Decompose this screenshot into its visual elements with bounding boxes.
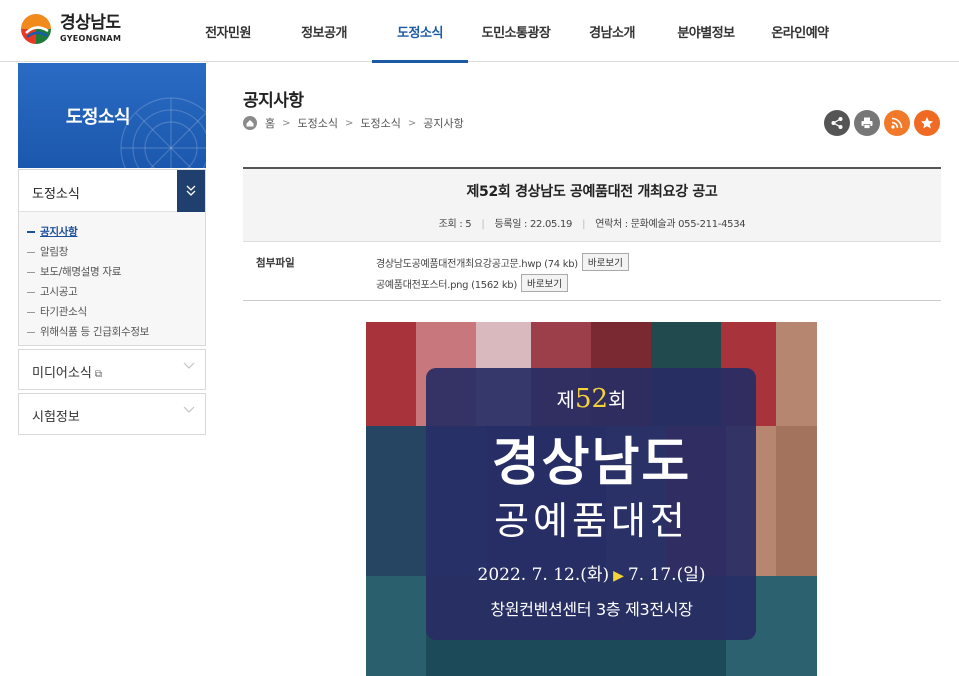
sidebar-menu-news: 도정소식 공지사항 알림창 보도/해명설명 자료 고시공고 타기관소식 위해식품… [18,169,206,346]
view-file-button[interactable]: 바로보기 [520,274,568,292]
logo-text: 경상남도 GYEONGNAM [60,15,121,43]
sidebar-item-label: 고시공고 [40,286,78,298]
attachment-file-link[interactable]: 공예품대전포스터.png (1562 kb) [376,276,517,291]
sidebar-menu-media-label: 미디어소식 ⧉ [32,366,102,381]
attachment-row: 경상남도공예품대전개최요강공고문.hwp (74 kb) 바로보기 [376,253,629,271]
chevron-down-icon [183,362,195,373]
breadcrumb-home[interactable]: 홈 [265,115,275,131]
share-icon[interactable] [824,110,850,136]
page-title: 공지사항 [243,91,304,111]
gnb-item-field-info[interactable]: 분야별정보 [660,0,752,62]
post-views: 조회 : 5 [438,219,472,230]
site-logo[interactable]: 경상남도 GYEONGNAM [18,10,121,48]
utility-buttons [820,110,940,136]
chevron-right-icon: > [407,117,417,129]
post-contact: 연락처 : 문화예술과 055-211-4534 [595,219,746,230]
sidebar-item-label: 알림창 [40,246,69,258]
sidebar-menu-exam[interactable]: 시험정보 [18,393,206,435]
sidebar-item-label: 위해식품 등 긴급회수정보 [40,326,150,338]
gnb-item-province-news[interactable]: 도정소식 [372,0,468,63]
breadcrumb-current: 공지사항 [423,117,464,130]
new-window-icon: ⧉ [94,369,102,380]
sidebar-item-label: 타기관소식 [40,306,87,318]
chevron-right-icon: > [345,117,354,129]
gnb-item-about-gyeongnam[interactable]: 경남소개 [564,0,660,62]
post-meta: 조회 : 5 | 등록일 : 22.05.19 | 연락처 : 문화예술과 055-21… [438,219,746,230]
breadcrumb-item[interactable]: 도정소식 [298,115,338,131]
poster-title: 경상남도 [491,432,692,493]
gnb-item-online-reservation[interactable]: 온라인예약 [752,0,848,62]
poster-subtitle: 공예품대전 [494,499,689,543]
global-nav: 전자민원 정보공개 도정소식 도민소통광장 경남소개 분야별정보 온라인예약 [180,0,848,63]
sidebar-item-label: 공지사항 [40,226,78,238]
gnb-item-citizen-plaza[interactable]: 도민소통광장 [468,0,564,62]
breadcrumb: 홈 > 도정소식 > 도정소식 > 공지사항 [243,115,464,131]
sidebar-item-notices[interactable]: 공지사항 [27,222,205,242]
sidebar-item-public-notice[interactable]: 고시공고 [27,282,205,302]
sidebar-item-food-recall[interactable]: 위해식품 등 긴급회수정보 [27,322,205,342]
post-title: 제52회 경상남도 공예품대전 개최요강 공고 [466,184,718,200]
sidebar-menu-media[interactable]: 미디어소식 ⧉ [18,349,206,390]
sidebar-submenu: 공지사항 알림창 보도/해명설명 자료 고시공고 타기관소식 위해식품 등 긴급… [19,212,205,342]
attachments-label: 첨부파일 [256,257,295,269]
attachment-row: 공예품대전포스터.png (1562 kb) 바로보기 [376,274,568,292]
play-arrow-icon: ▶ [613,568,624,584]
sidebar-item-label: 보도/해명설명 자료 [40,266,122,278]
breadcrumb-item[interactable]: 도정소식 [360,115,400,131]
star-icon[interactable] [914,110,940,136]
home-icon[interactable] [243,116,257,130]
post-header: 제52회 경상남도 공예품대전 개최요강 공고 조회 : 5 | 등록일 : 22.… [243,167,941,242]
chevron-down-icon [183,406,195,417]
post-date: 등록일 : 22.05.19 [494,219,573,230]
double-chevron-down-icon[interactable] [177,170,205,212]
sidebar-item-press-release[interactable]: 보도/해명설명 자료 [27,262,205,282]
poster-edition: 제52회 [556,384,627,414]
sidebar-banner: 도정소식 [18,63,206,168]
sidebar-menu-news-header[interactable]: 도정소식 [19,170,205,212]
logo-subtitle: GYEONGNAM [60,34,122,43]
view-file-button[interactable]: 바로보기 [581,253,629,271]
logo-name: 경상남도 [60,13,121,33]
sidebar-menu-exam-label: 시험정보 [32,410,80,425]
gnb-item-civil-service[interactable]: 전자민원 [180,0,276,62]
sidebar-item-other-agencies[interactable]: 타기관소식 [27,302,205,322]
gnb-item-info-disclosure[interactable]: 정보공개 [276,0,372,62]
sidebar-decoration-icon [120,97,206,168]
gyeongnam-logo-icon [18,11,54,47]
rss-icon[interactable] [884,110,910,136]
poster-venue: 창원컨벤션센터 3층 제3전시장 [490,600,693,619]
attachment-file-link[interactable]: 경상남도공예품대전개최요강공고문.hwp (74 kb) [376,255,578,270]
print-icon[interactable] [854,110,880,136]
attachments: 첨부파일 경상남도공예품대전개최요강공고문.hwp (74 kb) 바로보기 공… [243,243,941,301]
chevron-right-icon: > [282,117,291,129]
poster-image: 제52회 경상남도 공예품대전 2022. 7. 12.(화) ▶ 7. 17.(일… [366,322,817,676]
poster-date: 2022. 7. 12.(화) ▶ 7. 17.(일) [477,565,706,585]
site-header: 경상남도 GYEONGNAM 전자민원 정보공개 도정소식 도민소통광장 경남소… [0,0,959,63]
sidebar-item-alerts[interactable]: 알림창 [27,242,205,262]
sidebar-menu-news-label: 도정소식 [32,187,80,202]
